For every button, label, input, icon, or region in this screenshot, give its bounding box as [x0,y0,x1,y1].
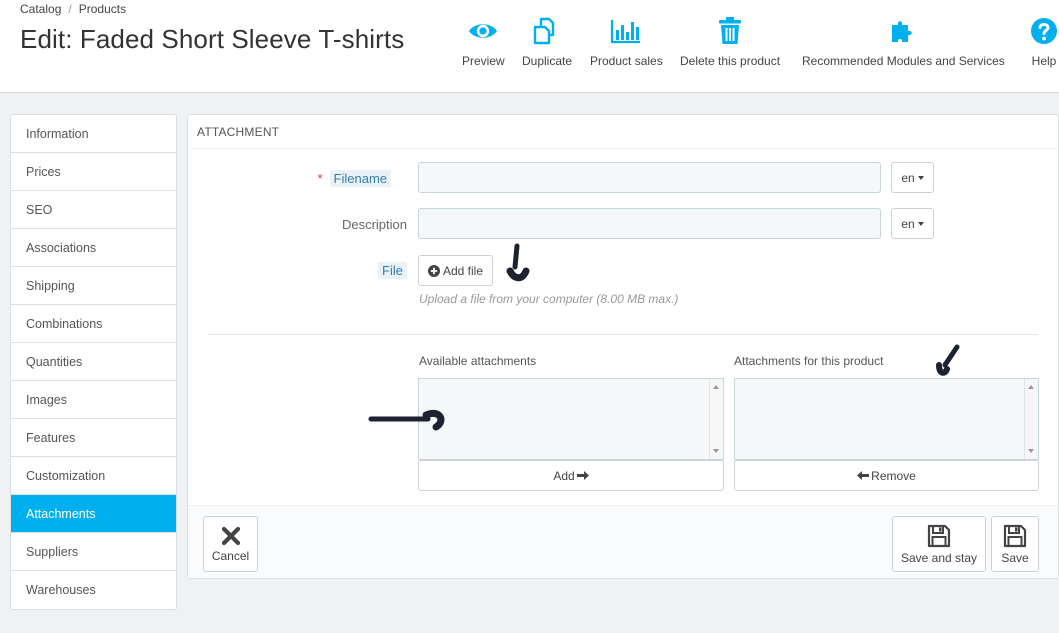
recommended-modules-label: Recommended Modules and Services [802,54,1005,68]
panel-heading: ATTACHMENT [197,125,280,139]
add-attachment-button[interactable]: Add [418,460,724,491]
duplicate-label: Duplicate [522,54,573,68]
sidebar-item-images[interactable]: Images [11,381,176,419]
cancel-label: Cancel [211,548,250,563]
product-sales-label: Product sales [590,54,663,68]
floppy-disk-icon [1003,524,1027,547]
preview-button[interactable]: Preview [462,14,505,68]
available-attachments-label: Available attachments [419,354,537,368]
sidebar-item-prices[interactable]: Prices [11,153,176,191]
sidebar-item-warehouses[interactable]: Warehouses [11,571,176,609]
arrow-right-icon [576,471,589,480]
filename-language-label: en [901,170,915,185]
arrow-left-icon [857,471,870,480]
page-header: Catalog / Products Edit: Faded Short Sleev… [0,0,1059,93]
file-help-text: Upload a file from your computer (8.00 M… [419,292,679,306]
panel-footer: Cancel Save and stay Save [188,505,1058,578]
sidebar-item-information[interactable]: Information [11,115,176,153]
sidebar-item-features[interactable]: Features [11,419,176,457]
filename-language-button[interactable]: en [891,162,934,193]
breadcrumb-products[interactable]: Products [79,2,126,16]
sidebar-item-quantities[interactable]: Quantities [11,343,176,381]
breadcrumb-separator: / [68,2,72,16]
annotation-arrow-mark [368,410,445,431]
scroll-down-icon[interactable] [713,449,719,453]
help-button[interactable]: Help [1027,14,1059,68]
cancel-button[interactable]: Cancel [203,516,258,572]
description-language-label: en [901,216,915,231]
remove-attachment-button[interactable]: Remove [734,460,1039,491]
help-label: Help [1031,54,1057,68]
eye-icon [466,14,500,48]
required-star: * [317,171,323,186]
sidebar-item-attachments[interactable]: Attachments [11,495,176,533]
file-label: File [378,262,407,279]
recommended-modules-button[interactable]: Recommended Modules and Services [802,14,1005,68]
scroll-down-icon[interactable] [1028,449,1034,453]
scrollbar[interactable] [1024,379,1038,459]
close-icon [221,526,240,545]
help-icon [1027,14,1059,48]
save-label: Save [1001,550,1029,565]
sidebar-item-combinations[interactable]: Combinations [11,305,176,343]
panel-heading-divider [192,148,1058,149]
plus-circle-icon [427,264,440,277]
page-title: Edit: Faded Short Sleeve T-shirts [20,24,405,54]
product-tabs-sidebar: Information Prices SEO Associations Ship… [10,114,177,610]
save-button[interactable]: Save [991,516,1039,572]
scroll-up-icon[interactable] [1028,385,1034,389]
filename-input[interactable] [418,162,881,193]
delete-product-label: Delete this product [680,54,781,68]
description-language-button[interactable]: en [891,208,934,239]
description-input[interactable] [418,208,881,239]
sidebar-item-shipping[interactable]: Shipping [11,267,176,305]
scroll-up-icon[interactable] [713,385,719,389]
sidebar-item-associations[interactable]: Associations [11,229,176,267]
breadcrumb: Catalog / Products [20,2,126,16]
duplicate-button[interactable]: Duplicate [522,14,572,68]
preview-label: Preview [462,54,505,68]
filename-label: * Filename [317,170,391,187]
add-file-label: Add file [442,263,484,278]
remove-attachment-label: Remove [871,468,916,483]
trash-icon [713,14,747,48]
file-label-text: File [378,262,407,279]
caret-down-icon [917,221,924,226]
form-divider [208,334,1038,335]
attachment-panel: ATTACHMENT * Filename en Description en F… [187,114,1059,579]
annotation-arrow-mark [506,243,530,282]
product-attachments-list[interactable] [734,378,1039,460]
floppy-disk-icon [927,524,951,547]
add-attachment-label: Add [553,468,575,483]
product-sales-button[interactable]: Product sales [590,14,663,68]
sidebar-item-seo[interactable]: SEO [11,191,176,229]
sidebar-item-suppliers[interactable]: Suppliers [11,533,176,571]
description-label: Description [341,217,407,232]
save-and-stay-button[interactable]: Save and stay [892,516,986,572]
copy-icon [530,14,564,48]
available-attachments-list[interactable] [418,378,724,460]
product-attachments-label: Attachments for this product [734,354,884,368]
scrollbar[interactable] [709,379,723,459]
sidebar-item-customization[interactable]: Customization [11,457,176,495]
puzzle-icon [886,14,920,48]
annotation-arrow-mark [936,344,960,376]
filename-label-text: Filename [329,170,391,187]
delete-product-button[interactable]: Delete this product [680,14,780,68]
caret-down-icon [917,175,924,180]
save-and-stay-label: Save and stay [900,550,978,565]
add-file-button[interactable]: Add file [418,255,493,286]
bar-chart-icon [609,14,643,48]
breadcrumb-catalog[interactable]: Catalog [20,2,61,16]
